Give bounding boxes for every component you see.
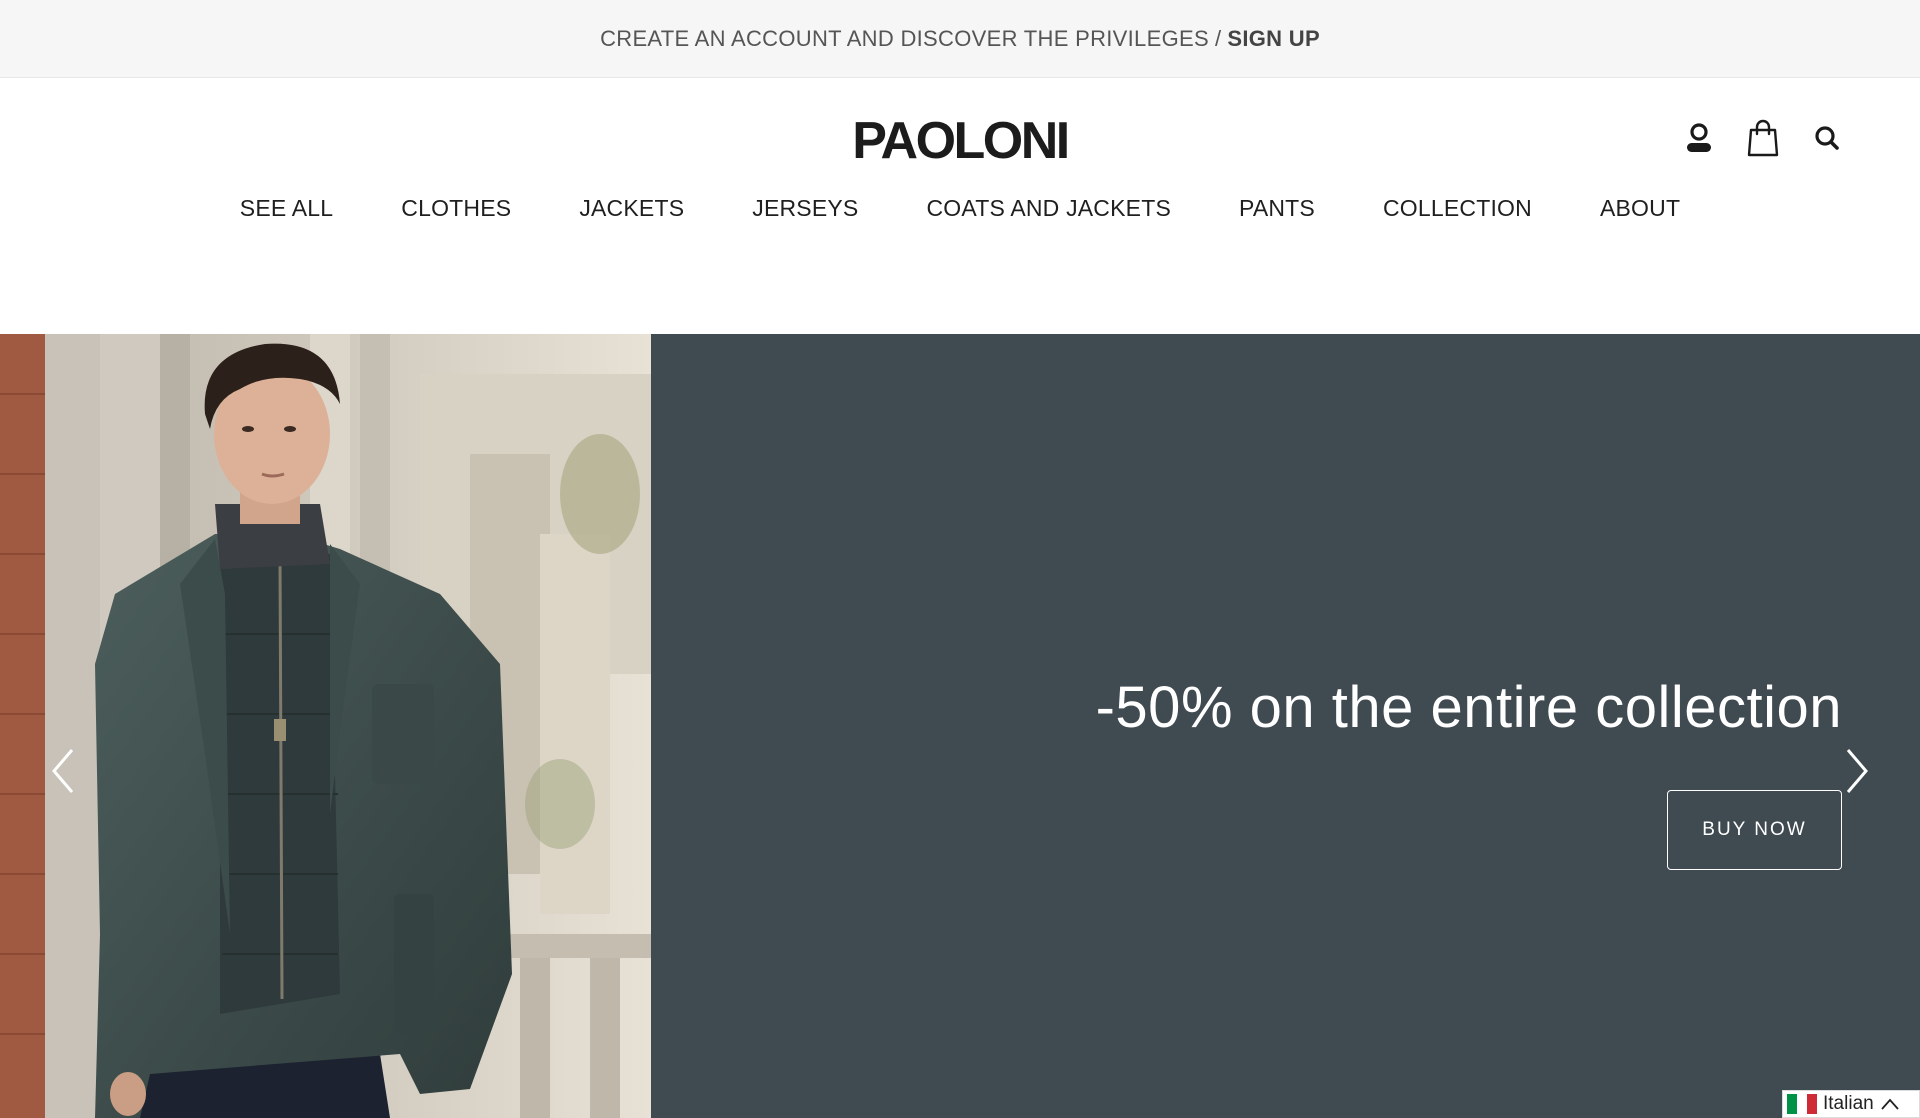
nav-item-see-all[interactable]: SEE ALL [206,195,367,222]
user-icon[interactable] [1680,119,1718,157]
flag-stripe-green [1787,1094,1797,1114]
main-nav: SEE ALL CLOTHES JACKETS JERSEYS COATS AN… [0,195,1920,222]
announcement-bar: CREATE AN ACCOUNT AND DISCOVER THE PRIVI… [0,0,1920,78]
shopping-bag-icon[interactable] [1744,119,1782,157]
sign-up-link[interactable]: SIGN UP [1227,26,1320,52]
chevron-right-icon [1846,749,1868,793]
announcement-separator: / [1214,25,1222,51]
flag-stripe-white [1797,1094,1807,1114]
flag-stripe-red [1807,1094,1817,1114]
hero-model-photo [0,334,651,1118]
carousel-prev-arrow[interactable] [44,746,84,796]
nav-item-coats-and-jackets[interactable]: COATS AND JACKETS [892,195,1205,222]
brand-logo[interactable]: PAOLONI [0,111,1920,171]
nav-item-clothes[interactable]: CLOTHES [367,195,545,222]
chevron-up-icon [1881,1098,1899,1110]
nav-item-jackets[interactable]: JACKETS [545,195,718,222]
nav-item-about[interactable]: ABOUT [1566,195,1714,222]
buy-now-button[interactable]: BUY NOW [1667,790,1842,870]
chevron-left-icon [52,749,74,793]
carousel-next-arrow[interactable] [1836,746,1876,796]
hero-banner: -50% on the entire collection BUY NOW It… [0,334,1920,1118]
language-label: Italian [1823,1093,1874,1114]
nav-item-collection[interactable]: COLLECTION [1349,195,1566,222]
header-icons [1680,119,1846,157]
nav-item-pants[interactable]: PANTS [1205,195,1349,222]
italian-flag-icon [1787,1094,1817,1114]
hero-headline: -50% on the entire collection [1095,675,1842,740]
language-selector[interactable]: Italian [1782,1090,1920,1118]
search-icon[interactable] [1808,119,1846,157]
nav-item-jerseys[interactable]: JERSEYS [718,195,892,222]
site-header: PAOLONI SEE ALL CLOTHES JACKETS JERSEYS … [0,79,1920,334]
announcement-text: CREATE AN ACCOUNT AND DISCOVER THE PRIVI… [600,25,1209,51]
